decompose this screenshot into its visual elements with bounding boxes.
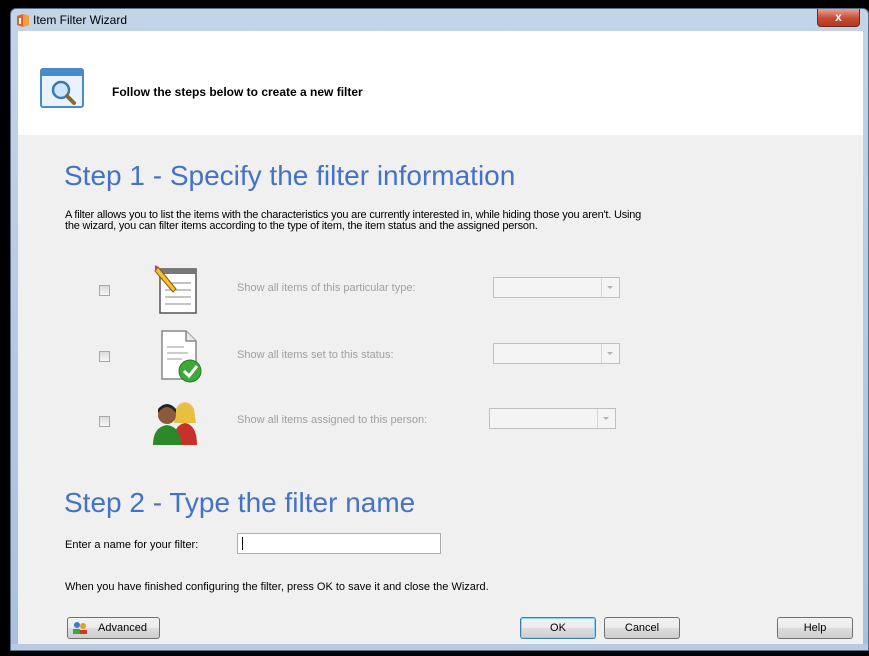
search-window-icon [40, 68, 84, 108]
people-icon [153, 402, 197, 445]
advanced-button[interactable]: Advanced [67, 617, 160, 639]
header-text: Follow the steps below to create a new f… [112, 85, 363, 99]
type-filter-dropdown[interactable] [493, 277, 620, 298]
status-filter-dropdown[interactable] [493, 343, 620, 364]
help-button[interactable]: Help [777, 617, 853, 639]
chevron-down-icon[interactable] [601, 278, 619, 297]
type-filter-label: Show all items of this particular type: [237, 282, 416, 294]
wizard-content: Follow the steps below to create a new f… [18, 31, 863, 644]
notepad-pencil-icon [154, 265, 197, 314]
cancel-button[interactable]: Cancel [604, 617, 680, 639]
step1-description: A filter allows you to list the items wi… [65, 209, 642, 232]
chevron-down-icon[interactable] [597, 409, 615, 428]
title-bar[interactable]: Item Filter Wizard x [11, 9, 868, 31]
person-filter-dropdown[interactable] [489, 408, 616, 429]
window-title: Item Filter Wizard [33, 13, 128, 27]
chevron-down-icon[interactable] [601, 344, 619, 363]
window-frame-bottom [11, 644, 868, 650]
wizard-header: Follow the steps below to create a new f… [18, 31, 863, 135]
step2-title: Step 2 - Type the filter name [64, 487, 416, 518]
filter-name-label: Enter a name for your filter: [65, 539, 199, 551]
advanced-label: Advanced [98, 622, 147, 634]
step1-title: Step 1 - Specify the filter information [64, 160, 516, 191]
text-caret [242, 537, 243, 550]
type-filter-checkbox[interactable] [99, 285, 110, 296]
ok-button[interactable]: OK [520, 617, 596, 639]
app-icon [17, 14, 29, 27]
finish-instructions: When you have finished configuring the f… [65, 581, 489, 593]
person-filter-label: Show all items assigned to this person: [237, 414, 428, 426]
document-check-icon [161, 330, 202, 383]
close-button[interactable]: x [817, 9, 860, 27]
status-filter-label: Show all items set to this status: [237, 349, 394, 361]
wizard-window: Item Filter Wizard x Follow the steps be… [10, 8, 869, 651]
status-filter-checkbox[interactable] [99, 351, 110, 362]
advanced-icon [73, 622, 87, 634]
person-filter-checkbox[interactable] [99, 416, 110, 427]
filter-name-input[interactable] [237, 533, 441, 554]
